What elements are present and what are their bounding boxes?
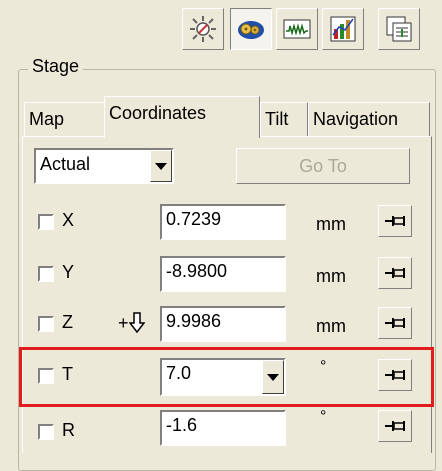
r-axis-label: R [62,420,75,440]
chevron-down-icon [155,162,167,170]
y-checkbox[interactable] [38,266,54,282]
y-axis-label: Y [62,262,75,282]
z-axis-label: Z [62,312,73,332]
z-unit: mm [316,316,346,336]
z-checkbox[interactable] [38,316,54,332]
z-direction-indicator: + [118,312,145,334]
sun-settings-icon [190,16,216,42]
gears-icon [238,21,264,39]
tab-map[interactable]: Map [24,102,106,136]
x-axis-label: X [62,210,75,230]
z-value-field[interactable]: 9.9986 [160,306,286,342]
x-pin-button[interactable] [378,205,412,237]
sun-settings-button[interactable] [182,8,224,50]
x-value: 0.7239 [166,209,222,229]
pin-icon [385,268,405,278]
tab-navigation[interactable]: Navigation [308,102,430,136]
z-value: 9.9986 [166,311,222,331]
y-unit: mm [316,266,346,286]
pin-icon [385,216,405,226]
mode-select-value: Actual [40,154,91,174]
r-unit: ° [320,408,327,425]
row-z: Z + 9.9986 mm [0,306,442,346]
bar-chart-icon [330,16,356,42]
tab-coordinates[interactable]: Coordinates [104,96,260,138]
r-value-field[interactable]: -1.6 [160,410,286,446]
pin-icon [385,318,405,328]
y-value-field[interactable]: -8.9800 [160,256,286,292]
r-value: -1.6 [166,415,198,435]
t-row-highlight [19,347,434,407]
pin-icon [385,421,405,431]
row-y: Y -8.9800 mm [0,256,442,296]
stage-group-title: Stage [28,56,84,77]
y-value: -8.9800 [166,261,228,281]
z-pin-button[interactable] [378,307,412,339]
goto-button[interactable]: Go To [236,148,410,184]
toolbar [0,0,442,58]
mode-select[interactable]: Actual [34,148,174,184]
waveform-button[interactable] [276,8,318,50]
z-prefix: + [118,312,129,333]
x-value-field[interactable]: 0.7239 [160,204,286,240]
gears-button[interactable] [230,8,272,50]
row-r: R -1.6 ° [0,408,442,454]
arrow-down-icon [128,312,145,334]
r-checkbox[interactable] [38,424,54,440]
x-unit: mm [316,214,346,234]
r-pin-button[interactable] [378,410,412,442]
mode-dropdown-button[interactable] [150,150,172,182]
y-pin-button[interactable] [378,257,412,289]
bar-chart-button[interactable] [322,8,364,50]
row-x: X 0.7239 mm [0,204,442,244]
tab-tilt[interactable]: Tilt [260,102,308,136]
x-checkbox[interactable] [38,214,54,230]
waveform-icon [283,19,311,39]
window-list-button[interactable] [378,8,420,50]
window-list-icon [386,16,412,42]
